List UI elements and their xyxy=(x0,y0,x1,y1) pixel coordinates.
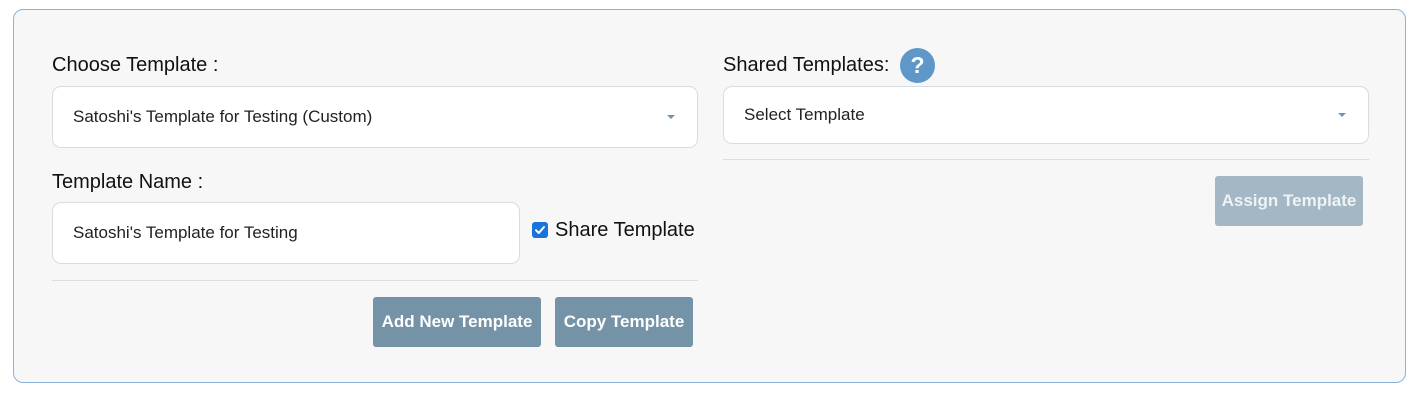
checkmark-icon xyxy=(535,226,545,234)
shared-templates-label: Shared Templates: xyxy=(723,54,890,76)
shared-templates-select[interactable]: Select Template xyxy=(723,86,1369,144)
right-divider xyxy=(723,159,1369,160)
copy-template-button[interactable]: Copy Template xyxy=(555,297,693,347)
question-icon[interactable]: ? xyxy=(900,48,935,83)
choose-template-value: Satoshi's Template for Testing (Custom) xyxy=(73,107,373,126)
chevron-down-icon[interactable] xyxy=(1338,113,1346,117)
template-name-input[interactable]: Satoshi's Template for Testing xyxy=(52,202,520,264)
share-template-label[interactable]: Share Template xyxy=(555,219,695,242)
template-panel: Choose Template : Satoshi's Template for… xyxy=(13,9,1406,383)
template-name-label: Template Name : xyxy=(52,171,204,193)
add-new-template-button[interactable]: Add New Template xyxy=(373,297,541,347)
left-divider xyxy=(52,280,698,281)
template-name-value: Satoshi's Template for Testing xyxy=(73,223,298,242)
question-glyph: ? xyxy=(910,52,925,78)
assign-template-button[interactable]: Assign Template xyxy=(1215,176,1363,226)
shared-templates-placeholder: Select Template xyxy=(744,105,865,124)
chevron-down-icon[interactable] xyxy=(667,115,675,119)
choose-template-select[interactable]: Satoshi's Template for Testing (Custom) xyxy=(52,86,698,148)
choose-template-label: Choose Template : xyxy=(52,54,219,76)
share-template-checkbox[interactable] xyxy=(532,222,548,238)
